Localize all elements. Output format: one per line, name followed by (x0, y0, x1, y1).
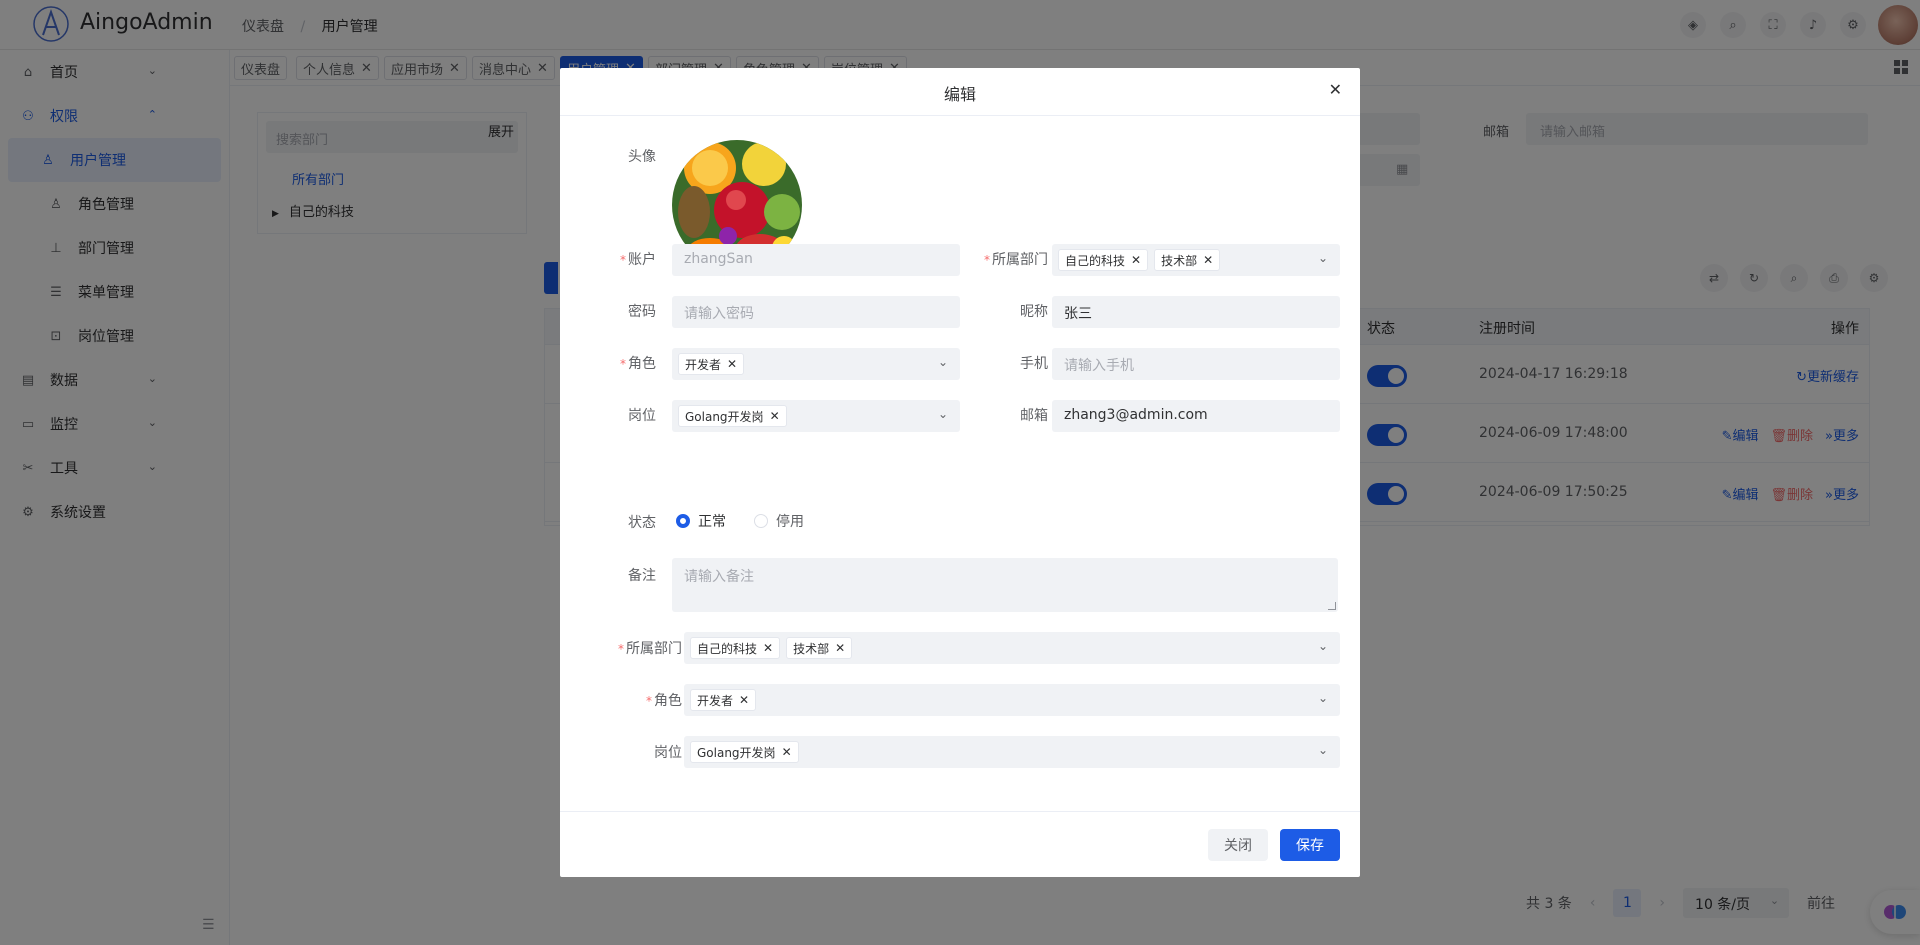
status-normal-radio[interactable]: 正常 (676, 511, 726, 531)
account-label: * 账户 (620, 252, 656, 268)
role-select[interactable]: 开发者 ✕ ⌄ (672, 348, 960, 380)
dept-label: * 所属部门 (984, 252, 1048, 268)
chevron-down-icon: ⌄ (1317, 251, 1328, 265)
close-icon[interactable]: ✕ (782, 745, 792, 759)
password-input[interactable]: 请输入密码 (672, 296, 960, 328)
dialog-header: 编辑 ✕ (560, 68, 1360, 116)
dept-tag: 技术部 ✕ (786, 637, 853, 659)
role-select-2[interactable]: 开发者 ✕ ⌄ (684, 684, 1340, 716)
post-label: 岗位 (628, 408, 656, 424)
dept-tag: 技术部 ✕ (1154, 249, 1221, 271)
chevron-down-icon: ⌄ (1317, 639, 1328, 653)
close-icon[interactable]: ✕ (727, 357, 737, 371)
email-label: 邮箱 (1020, 408, 1048, 424)
close-icon[interactable]: ✕ (1131, 253, 1141, 267)
post-tag: Golang开发岗 ✕ (690, 741, 799, 763)
edit-user-dialog: 编辑 ✕ 头像 * 账户 zhangSan * 所属部门 自己的科技 ✕ 技术部 ✕ ⌄… (560, 68, 1360, 877)
status-disabled-radio[interactable]: 停用 (754, 511, 804, 531)
chevron-down-icon: ⌄ (937, 407, 948, 421)
dialog-title: 编辑 (943, 85, 976, 104)
dept-tag: 自己的科技 ✕ (690, 637, 781, 659)
close-icon[interactable]: ✕ (1329, 80, 1342, 99)
dept-select[interactable]: 自己的科技 ✕ 技术部 ✕ ⌄ (1052, 244, 1340, 276)
post-select[interactable]: Golang开发岗 ✕ ⌄ (672, 400, 960, 432)
save-button[interactable]: 保存 (1280, 829, 1340, 861)
email-input[interactable]: zhang3@admin.com (1052, 400, 1340, 432)
account-input[interactable]: zhangSan (672, 244, 960, 276)
close-icon[interactable]: ✕ (770, 409, 780, 423)
password-label: 密码 (628, 304, 656, 320)
close-icon[interactable]: ✕ (739, 693, 749, 707)
close-icon[interactable]: ✕ (763, 641, 773, 655)
dept-tag: 自己的科技 ✕ (1058, 249, 1149, 271)
role-tag: 开发者 ✕ (690, 689, 757, 711)
nickname-label: 昵称 (1020, 304, 1048, 320)
chevron-down-icon: ⌄ (937, 355, 948, 369)
chevron-down-icon: ⌄ (1317, 691, 1328, 705)
nickname-input[interactable]: 张三 (1052, 296, 1340, 328)
phone-input[interactable]: 请输入手机 (1052, 348, 1340, 380)
role-label-2: * 角色 (646, 693, 682, 709)
post-tag: Golang开发岗 ✕ (678, 405, 787, 427)
status-label: 状态 (628, 515, 656, 531)
status-radio-group: 正常 停用 (676, 511, 804, 531)
phone-label: 手机 (1020, 356, 1048, 372)
close-button[interactable]: 关闭 (1208, 829, 1268, 861)
post-label-2: 岗位 (654, 745, 682, 761)
role-tag: 开发者 ✕ (678, 353, 745, 375)
role-label: * 角色 (620, 356, 656, 372)
close-icon[interactable]: ✕ (1203, 253, 1213, 267)
avatar-label: 头像 (628, 149, 656, 165)
remark-label: 备注 (628, 568, 656, 584)
resize-handle-icon[interactable] (1328, 602, 1336, 610)
close-icon[interactable]: ✕ (835, 641, 845, 655)
dept-label-2: * 所属部门 (618, 641, 682, 657)
remark-textarea[interactable]: 请输入备注 (672, 558, 1338, 612)
post-select-2[interactable]: Golang开发岗 ✕ ⌄ (684, 736, 1340, 768)
chevron-down-icon: ⌄ (1317, 743, 1328, 757)
dept-select-2[interactable]: 自己的科技 ✕ 技术部 ✕ ⌄ (684, 632, 1340, 664)
